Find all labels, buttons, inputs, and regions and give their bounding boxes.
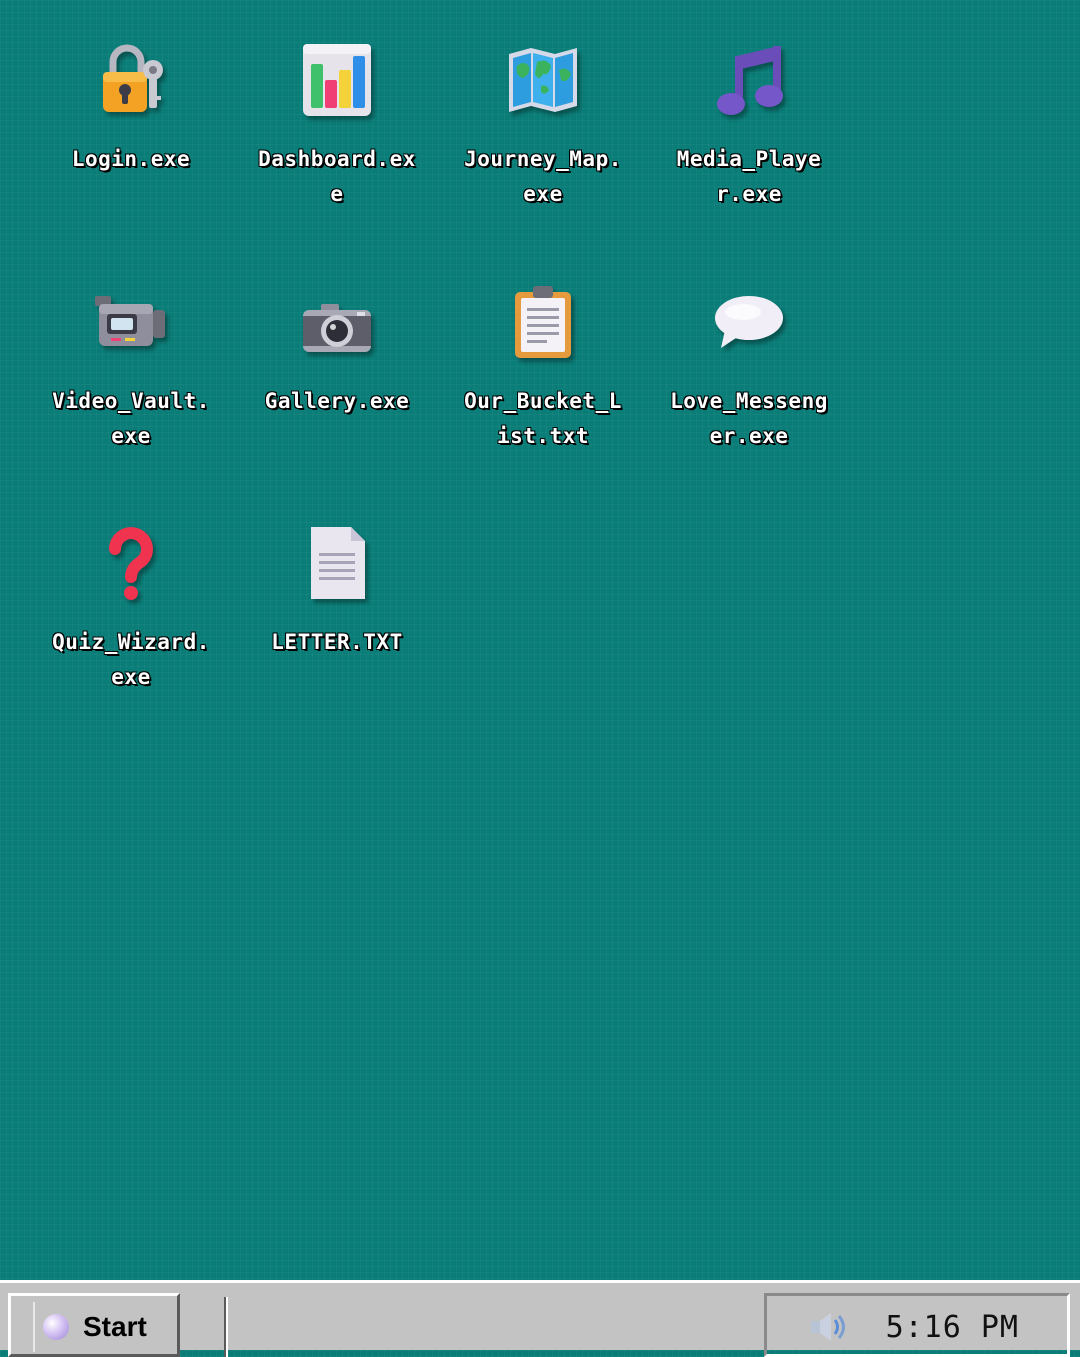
desktop: Login.exe Dashboard.exe Journey_Map.exe: [0, 0, 1080, 1280]
clock[interactable]: 5:16 PM: [886, 1310, 1019, 1345]
video-camera-icon: [95, 296, 165, 346]
desktop-icon-journey-map[interactable]: Journey_Map.exe: [458, 40, 628, 212]
document-icon: [311, 527, 365, 599]
bar-chart-icon: [303, 44, 371, 116]
clipboard-icon: [515, 286, 571, 358]
speech-bubble-icon: [715, 296, 783, 348]
icon-label: Our_Bucket_List.txt: [464, 389, 622, 448]
icon-label: Video_Vault.exe: [52, 389, 210, 448]
map-icon: [509, 48, 577, 112]
icon-label: Dashboard.exe: [258, 147, 416, 206]
icon-label: Love_Messenger.exe: [670, 389, 828, 448]
desktop-icon-dashboard[interactable]: Dashboard.exe: [252, 40, 422, 212]
desktop-icon-letter[interactable]: LETTER.TXT: [252, 523, 422, 660]
desktop-icon-love-messenger[interactable]: Love_Messenger.exe: [664, 282, 834, 454]
desktop-icon-gallery[interactable]: Gallery.exe: [252, 282, 422, 419]
start-orb-icon: [43, 1314, 69, 1340]
lock-key-icon: [103, 44, 163, 112]
icon-label: Gallery.exe: [264, 389, 410, 413]
taskbar-divider: [224, 1297, 228, 1357]
icon-label: LETTER.TXT: [271, 630, 403, 654]
start-button-content: Start: [33, 1302, 147, 1352]
icon-label: Quiz_Wizard.exe: [52, 630, 210, 689]
volume-icon[interactable]: [807, 1310, 847, 1344]
start-button[interactable]: Start: [8, 1293, 180, 1357]
question-mark-icon: [109, 527, 153, 600]
icon-label: Journey_Map.exe: [464, 147, 622, 206]
system-tray: 5:16 PM: [764, 1293, 1070, 1357]
desktop-icon-video-vault[interactable]: Video_Vault.exe: [46, 282, 216, 454]
camera-icon: [303, 304, 371, 352]
desktop-icon-login[interactable]: Login.exe: [46, 40, 216, 177]
taskbar: Start 5:16 PM: [0, 1280, 1080, 1357]
desktop-icon-quiz-wizard[interactable]: Quiz_Wizard.exe: [46, 523, 216, 695]
start-label: Start: [83, 1311, 147, 1342]
music-note-icon: [717, 46, 783, 115]
icon-label: Media_Player.exe: [676, 147, 822, 206]
desktop-icon-bucket-list[interactable]: Our_Bucket_List.txt: [458, 282, 628, 454]
icon-label: Login.exe: [71, 147, 191, 171]
desktop-icon-media-player[interactable]: Media_Player.exe: [664, 40, 834, 212]
